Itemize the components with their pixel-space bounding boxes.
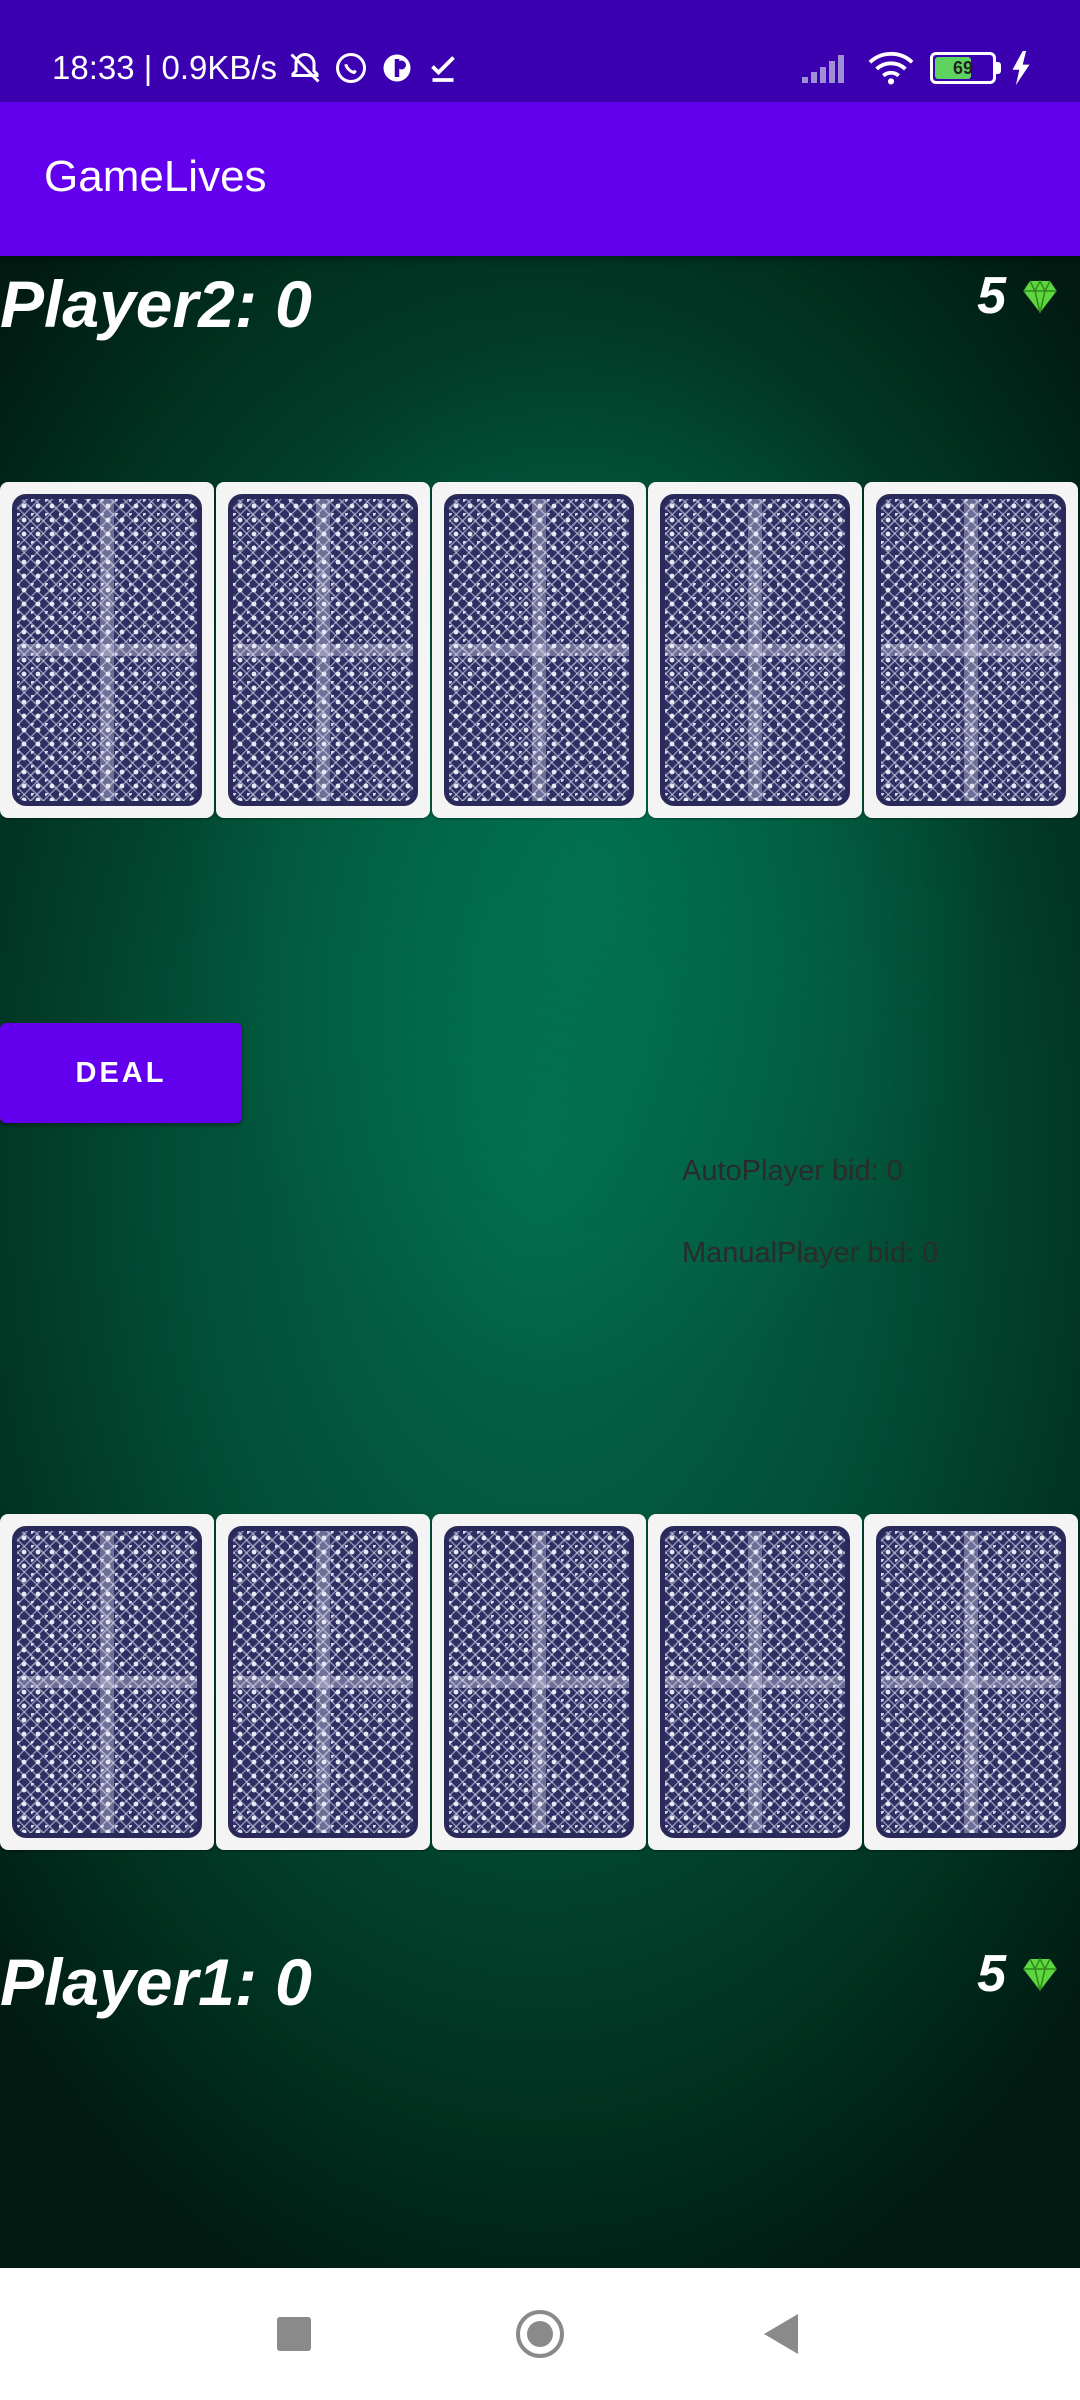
card-back <box>444 494 634 806</box>
battery-icon: 69 <box>930 52 1001 84</box>
card[interactable] <box>864 482 1078 818</box>
recents-icon[interactable] <box>277 2317 311 2351</box>
game-table: Player2: 0 5 DEAL AutoPlayer bid: 0 Manu… <box>0 256 1080 2268</box>
status-time: 18:33 | 0.9KB/s <box>52 49 278 86</box>
gem-icon <box>1023 1957 1057 1991</box>
app-bar: GameLives <box>0 102 1080 256</box>
manual-player-bid: ManualPlayer bid: 0 <box>682 1237 939 1269</box>
app-title: GameLives <box>44 152 267 201</box>
player2-score: Player2: 0 <box>0 267 312 341</box>
card-back <box>12 494 202 806</box>
back-icon[interactable] <box>764 2314 798 2354</box>
download-done-icon <box>431 56 455 82</box>
status-left: 18:33 | 0.9KB/s <box>52 44 461 92</box>
player1-lives-count: 5 <box>977 1945 1006 2003</box>
player1-score: Player1: 0 <box>0 1945 312 2019</box>
card[interactable] <box>216 482 430 818</box>
deal-button[interactable]: DEAL <box>0 1023 242 1123</box>
wifi-icon <box>868 52 914 85</box>
card-back <box>12 1526 202 1838</box>
card-back <box>660 1526 850 1838</box>
card-back <box>876 494 1066 806</box>
card[interactable] <box>432 482 646 818</box>
auto-player-bid: AutoPlayer bid: 0 <box>682 1155 903 1187</box>
player2-lives: 5 <box>977 266 1060 326</box>
card[interactable] <box>864 1514 1078 1850</box>
card[interactable] <box>0 1514 214 1850</box>
card[interactable] <box>432 1514 646 1850</box>
signal-icon <box>802 55 844 83</box>
card[interactable] <box>648 482 862 818</box>
vpn-icon <box>383 54 411 82</box>
card[interactable] <box>0 482 214 818</box>
card-back <box>228 1526 418 1838</box>
battery-level: 69 <box>952 57 974 78</box>
card-back <box>444 1526 634 1838</box>
home-icon[interactable] <box>516 2310 564 2358</box>
player1-lives: 5 <box>977 1944 1060 2004</box>
player2-lives-count: 5 <box>977 267 1006 325</box>
card[interactable] <box>648 1514 862 1850</box>
player2-hand <box>0 482 1080 818</box>
bell-off-icon <box>290 52 320 83</box>
card-back <box>228 494 418 806</box>
card-back <box>660 494 850 806</box>
player1-hand <box>0 1514 1080 1850</box>
status-right: 69 <box>800 44 1030 92</box>
whatsapp-icon <box>336 53 367 83</box>
card-back <box>876 1526 1066 1838</box>
status-bar: 18:33 | 0.9KB/s 69 <box>0 0 1080 102</box>
navigation-bar <box>0 2268 1080 2400</box>
charging-icon <box>1012 51 1030 85</box>
gem-icon <box>1023 279 1057 313</box>
card[interactable] <box>216 1514 430 1850</box>
